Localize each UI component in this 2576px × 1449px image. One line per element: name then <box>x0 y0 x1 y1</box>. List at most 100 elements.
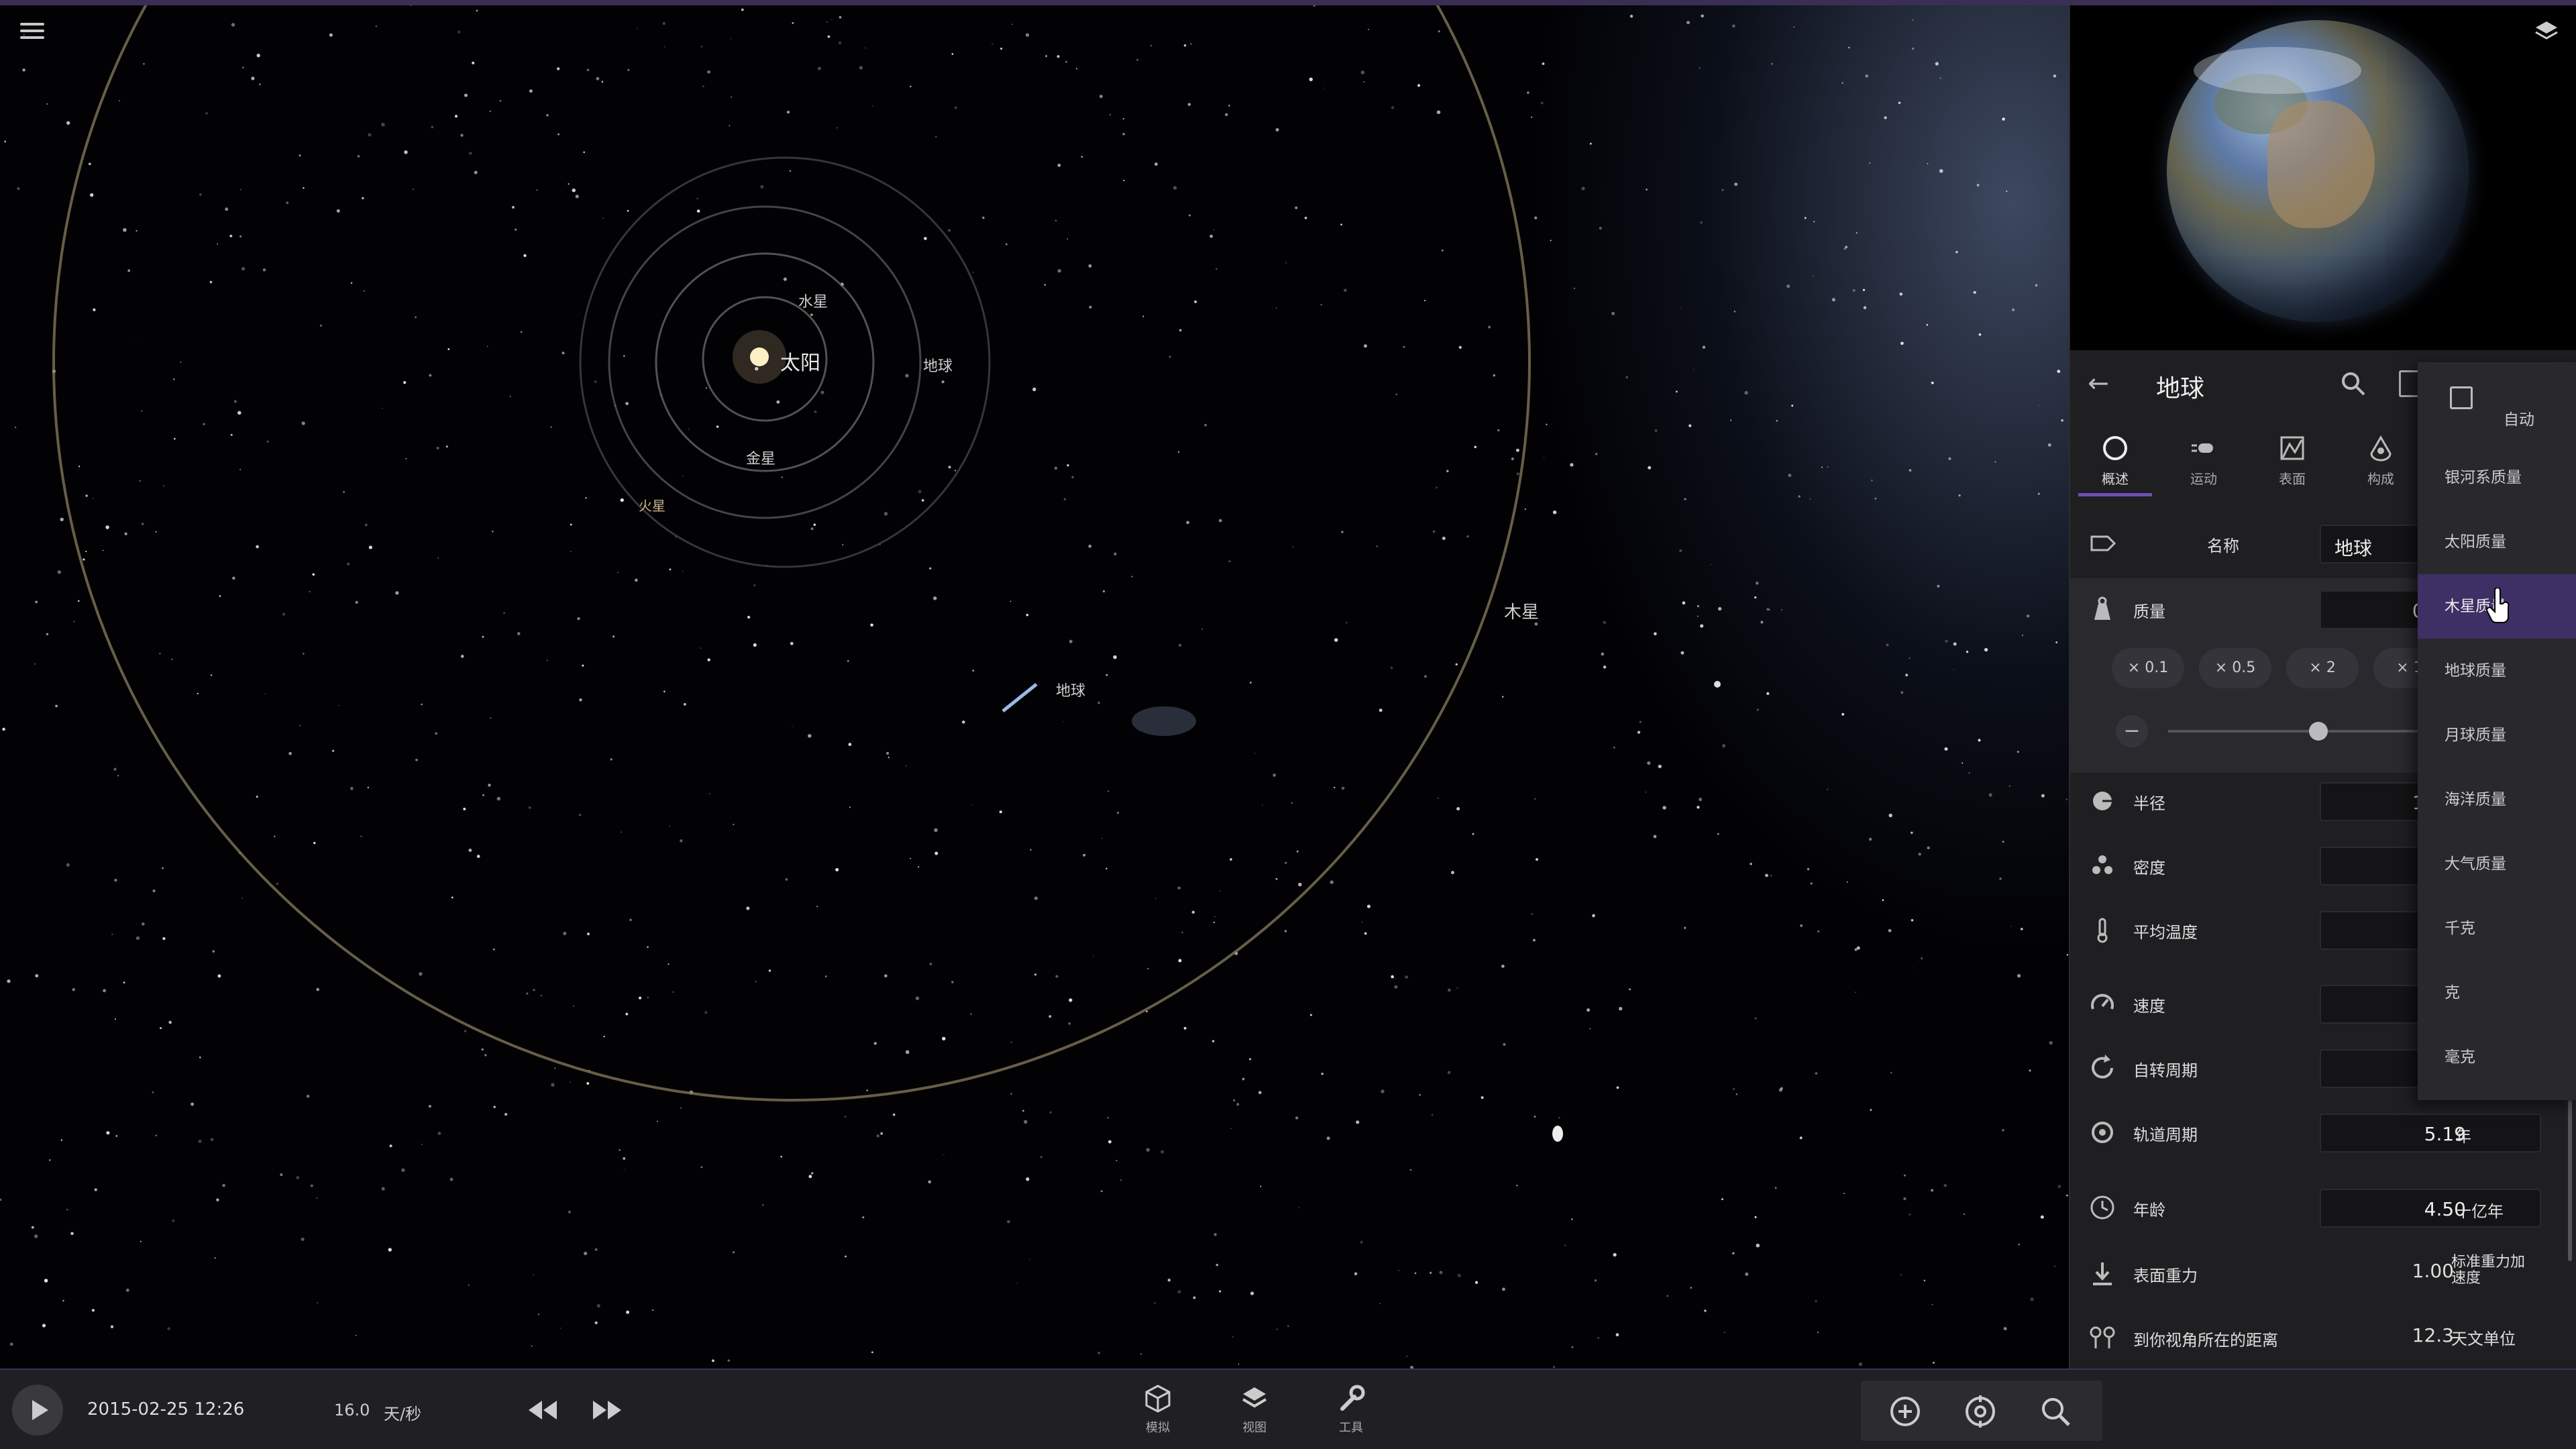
earth-body-label[interactable]: 地球 <box>1056 679 1085 700</box>
name-label: 名称 <box>2207 537 2239 555</box>
motion-icon <box>2192 443 2213 453</box>
comet-blur <box>1132 706 1196 736</box>
tab-composition[interactable]: 构成 <box>2337 421 2424 496</box>
dropdown-option[interactable]: 太阳质量 <box>2418 510 2576 574</box>
row-label: 表面重力 <box>2133 1267 2198 1285</box>
back-arrow-icon[interactable]: ← <box>2088 368 2118 398</box>
small-object[interactable] <box>1714 681 1721 688</box>
dropdown-option[interactable]: 月球质量 <box>2418 703 2576 767</box>
play-button[interactable] <box>12 1385 63 1436</box>
thermometer-icon <box>2097 918 2108 943</box>
tab-label: 概述 <box>2102 471 2129 487</box>
auto-option[interactable]: 自动 <box>2418 362 2576 429</box>
mass-multiplier-chip[interactable]: × 0.1 <box>2112 648 2184 688</box>
distance-unit: 天文单位 <box>2451 1330 2516 1348</box>
earth-globe[interactable] <box>2167 20 2469 322</box>
tab-label: 表面 <box>2279 471 2306 487</box>
sim-date[interactable]: 2015-02-25 12:26 <box>87 1399 244 1419</box>
row-label: 到你视角所在的距离 <box>2133 1331 2278 1350</box>
row-label: 自转周期 <box>2133 1061 2198 1080</box>
row-label: 密度 <box>2133 859 2165 877</box>
mass-multiplier-chip[interactable]: × 0.5 <box>2199 648 2271 688</box>
nav-simulation[interactable]: 模拟 <box>1124 1383 1191 1448</box>
bright-object[interactable] <box>1552 1126 1563 1142</box>
search-icon[interactable] <box>2037 1393 2074 1430</box>
globe-land <box>2267 101 2375 228</box>
nav-label: 视图 <box>1242 1421 1267 1435</box>
nav-label: 工具 <box>1339 1421 1363 1435</box>
row-label: 年龄 <box>2133 1201 2165 1220</box>
sun-glow <box>733 330 786 384</box>
dropdown-option[interactable]: 海洋质量 <box>2418 767 2576 832</box>
row-label: 轨道周期 <box>2133 1126 2198 1144</box>
space-viewport[interactable]: 太阳 水星 金星 地球 火星 木星 地球 <box>0 0 2069 1368</box>
dropdown-option[interactable]: 毫克 <box>2418 1025 2576 1089</box>
dropdown-option[interactable]: 克 <box>2418 961 2576 1025</box>
gravity-unit: 标准重力加速度 <box>2451 1254 2526 1287</box>
mass-multiplier-chip[interactable]: × 2 <box>2286 648 2359 688</box>
auto-checkbox[interactable] <box>2450 386 2473 409</box>
orbit-layer <box>52 0 1721 1142</box>
search-icon[interactable] <box>2339 369 2368 398</box>
panel-title: 地球 <box>2156 375 2205 402</box>
mars-label[interactable]: 火星 <box>639 495 665 515</box>
panel-scrollbar[interactable] <box>2568 1100 2572 1261</box>
orbit-period-unit[interactable]: 年 <box>2455 1123 2471 1146</box>
tab-overview[interactable]: 概述 <box>2072 421 2159 496</box>
nav-tools[interactable]: 工具 <box>1318 1383 1385 1448</box>
speedometer-icon <box>2091 994 2114 1010</box>
composition-icon <box>2370 435 2392 462</box>
row-label: 速度 <box>2133 997 2165 1016</box>
mercury-label[interactable]: 水星 <box>798 290 828 311</box>
tab-surface[interactable]: 表面 <box>2249 421 2336 496</box>
tag-icon <box>2090 535 2116 551</box>
mass-slider-thumb[interactable] <box>2309 722 2328 741</box>
fast-forward-icon[interactable] <box>590 1397 624 1424</box>
density-icon <box>2092 855 2112 874</box>
age-row: 年龄 4.50 十亿年 <box>2070 1177 2576 1238</box>
tab-label: 构成 <box>2367 471 2394 487</box>
hand-cursor-icon <box>2485 588 2510 624</box>
age-input[interactable]: 4.50 <box>2320 1189 2541 1228</box>
radius-icon <box>2093 792 2112 810</box>
sun-label[interactable]: 太阳 <box>780 346 820 376</box>
cube-icon <box>1145 1385 1171 1413</box>
weight-icon <box>2094 596 2110 620</box>
sim-speed-value[interactable]: 16.0 <box>334 1401 370 1419</box>
dropdown-option[interactable]: 千克 <box>2418 896 2576 961</box>
orbit-icon <box>2092 1122 2113 1143</box>
distance-row: 到你视角所在的距离 12.3 天文单位 <box>2070 1307 2576 1368</box>
earth-orbit-label[interactable]: 地球 <box>923 354 953 376</box>
jupiter-orbit <box>52 0 1531 1102</box>
auto-label: 自动 <box>2504 411 2534 429</box>
hamburger-menu-icon[interactable] <box>19 19 46 46</box>
dropdown-option[interactable]: 银河系质量 <box>2418 445 2576 510</box>
rewind-icon[interactable] <box>526 1397 559 1424</box>
decrease-button[interactable]: − <box>2116 715 2148 747</box>
age-unit[interactable]: 十亿年 <box>2455 1198 2504 1222</box>
row-label: 平均温度 <box>2133 923 2198 942</box>
mass-unit-dropdown: 自动 银河系质量 太阳质量 木星质量 地球质量 月球质量 海洋质量 大气质量 千… <box>2418 362 2576 1100</box>
dropdown-option[interactable]: 大气质量 <box>2418 832 2576 896</box>
clock-icon <box>2090 1195 2114 1220</box>
orbit-period-input[interactable]: 5.19 <box>2320 1114 2541 1152</box>
layers-icon[interactable] <box>2533 17 2560 44</box>
row-label: 半径 <box>2133 794 2165 813</box>
venus-label[interactable]: 金星 <box>746 447 775 468</box>
top-accent-bar <box>0 0 2576 5</box>
planet-preview[interactable] <box>2070 0 2576 350</box>
distance-icon <box>2090 1326 2115 1348</box>
surface-icon <box>2280 436 2304 460</box>
earth-marker[interactable] <box>1002 683 1038 712</box>
mass-label: 质量 <box>2133 602 2165 621</box>
nav-view[interactable]: 视图 <box>1221 1383 1288 1448</box>
circle-icon <box>2103 436 2127 460</box>
add-object-icon[interactable] <box>1886 1393 1924 1430</box>
orbit-camera-icon[interactable] <box>1962 1393 1999 1430</box>
tab-motion[interactable]: 运动 <box>2160 421 2247 496</box>
nav-label: 模拟 <box>1146 1421 1170 1435</box>
sim-speed-unit: 天/秒 <box>384 1405 422 1424</box>
jupiter-label[interactable]: 木星 <box>1504 598 1539 623</box>
dropdown-option[interactable]: 地球质量 <box>2418 639 2576 703</box>
gravity-value: 1.00 <box>2412 1260 2454 1282</box>
